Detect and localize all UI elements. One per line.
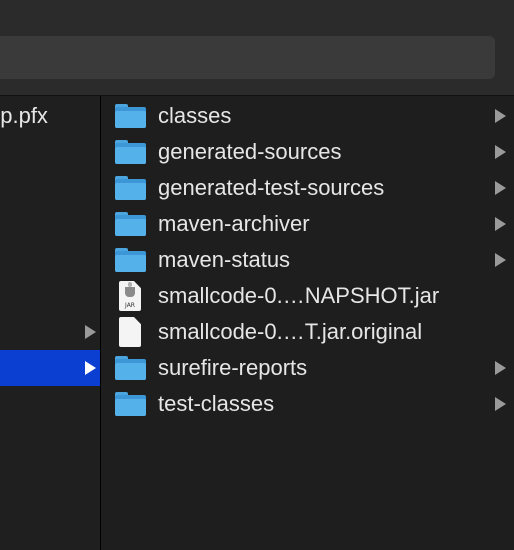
chevron-right-icon <box>495 361 506 375</box>
file-name: generated-test-sources <box>158 175 385 200</box>
list-item[interactable]: maven-status <box>101 242 514 278</box>
list-item[interactable]: surefire-reports <box>101 350 514 386</box>
chevron-right-icon <box>495 181 506 195</box>
file-name: classes <box>158 103 232 128</box>
folder-icon <box>115 140 146 164</box>
list-item[interactable]: JAR smallcode-0.…NAPSHOT.jar <box>101 278 514 314</box>
parent-column: pp.pfx <box>0 96 101 550</box>
list-item[interactable]: generated-sources <box>101 134 514 170</box>
chevron-right-icon <box>85 361 96 375</box>
folder-icon <box>115 392 146 416</box>
folder-icon <box>115 212 146 236</box>
file-name: surefire-reports <box>158 355 308 380</box>
chevron-right-icon <box>495 253 506 267</box>
folder-icon <box>115 248 146 272</box>
file-name: maven-status <box>158 247 291 272</box>
jar-file-icon: JAR <box>115 281 146 311</box>
list-item[interactable]: smallcode-0.…T.jar.original <box>101 314 514 350</box>
file-name: smallcode-0.…T.jar.original <box>158 319 423 344</box>
list-item[interactable]: maven-archiver <box>101 206 514 242</box>
document-icon <box>115 317 146 347</box>
folder-icon <box>115 104 146 128</box>
jar-icon-label: JAR <box>125 302 135 309</box>
chevron-right-icon <box>495 397 506 411</box>
folder-icon <box>115 356 146 380</box>
parent-item-pfx[interactable]: pp.pfx <box>0 98 100 134</box>
target-column: classes generated-sources generated-test… <box>101 96 514 550</box>
file-name: generated-sources <box>158 139 342 164</box>
parent-item-folder[interactable] <box>0 314 100 350</box>
file-name: test-classes <box>158 391 275 416</box>
file-name: maven-archiver <box>158 211 310 236</box>
chevron-right-icon <box>495 217 506 231</box>
chevron-right-icon <box>85 325 96 339</box>
folder-icon <box>115 176 146 200</box>
file-name: smallcode-0.…NAPSHOT.jar <box>158 283 440 308</box>
chevron-right-icon <box>495 109 506 123</box>
parent-item-label: pp.pfx <box>0 103 48 128</box>
list-item[interactable]: test-classes <box>101 386 514 422</box>
toolbar <box>0 0 514 96</box>
path-bar[interactable] <box>0 36 495 79</box>
list-item[interactable]: generated-test-sources <box>101 170 514 206</box>
list-item[interactable]: classes <box>101 98 514 134</box>
chevron-right-icon <box>495 145 506 159</box>
parent-item-selected[interactable] <box>0 350 100 386</box>
finder-window: pp.pfx classes generated-sources <box>0 0 514 550</box>
